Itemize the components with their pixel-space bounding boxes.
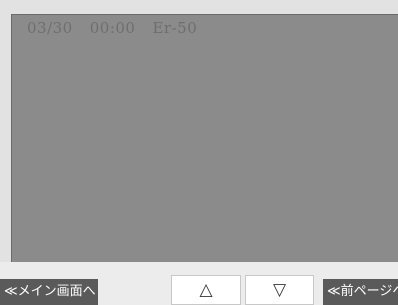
log-entry: 03/30 00:00 Er-50 xyxy=(27,19,214,37)
error-log-display: 03/30 00:00 Er-50 xyxy=(11,14,398,262)
previous-page-button[interactable]: ≪前ページへ xyxy=(323,279,398,305)
log-error-code: Er-50 xyxy=(152,19,198,37)
down-arrow-icon: ▽ xyxy=(272,280,287,300)
main-screen-button[interactable]: ≪メイン画面へ xyxy=(0,279,98,305)
log-date: 03/30 xyxy=(27,19,73,37)
up-arrow-icon: △ xyxy=(199,280,213,300)
scroll-down-button[interactable]: ▽ xyxy=(245,275,314,305)
log-time: 00:00 xyxy=(89,19,136,37)
scroll-up-button[interactable]: △ xyxy=(171,275,241,305)
